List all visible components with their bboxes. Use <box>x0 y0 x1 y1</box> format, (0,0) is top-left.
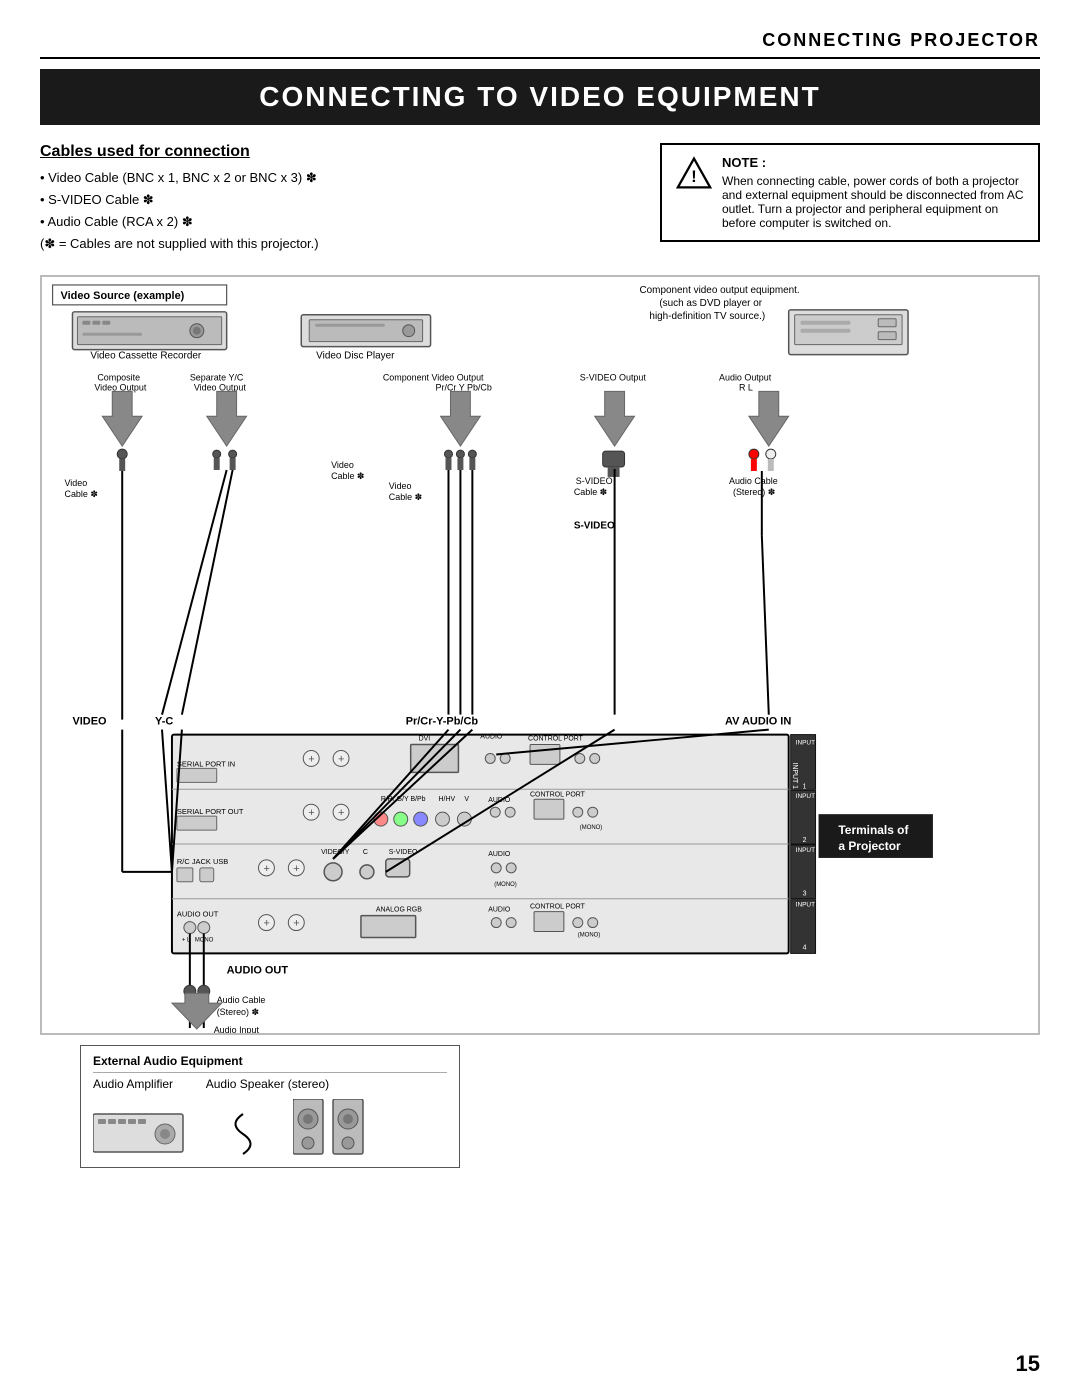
main-diagram: Video Source (example) Component video o… <box>40 275 1040 1035</box>
svg-text:(MONO): (MONO) <box>580 825 603 831</box>
external-audio-title: External Audio Equipment <box>93 1054 447 1073</box>
svg-text:Video: Video <box>389 481 412 491</box>
svg-text:Cable ✽: Cable ✽ <box>389 492 422 502</box>
svg-text:2: 2 <box>803 837 807 844</box>
cable-item-3: • Audio Cable (RCA x 2) ✽ <box>40 211 630 233</box>
svg-text:INPUT: INPUT <box>796 794 815 801</box>
svg-text:Y-C: Y-C <box>155 716 173 728</box>
svg-text:AUDIO: AUDIO <box>488 907 511 914</box>
svg-text:+: + <box>293 863 299 875</box>
svg-text:+: + <box>338 808 344 820</box>
svg-text:S-VIDEO Output: S-VIDEO Output <box>580 373 647 383</box>
svg-text:Composite: Composite <box>97 373 140 383</box>
svg-text:(Stereo) ✽: (Stereo) ✽ <box>733 487 775 497</box>
cable-item-2: • S-VIDEO Cable ✽ <box>40 189 630 211</box>
svg-text:high-definition TV source.): high-definition TV source.) <box>649 311 765 322</box>
svg-text:a Projector: a Projector <box>838 839 901 853</box>
cables-list: • Video Cable (BNC x 1, BNC x 2 or BNC x… <box>40 167 630 255</box>
audio-amplifier-label: Audio Amplifier <box>93 1077 173 1091</box>
external-audio-items: Audio Amplifier Audio Speaker (stereo) <box>93 1077 447 1091</box>
svg-text:S-VIDEO: S-VIDEO <box>574 521 615 532</box>
svg-text:AUDIO OUT: AUDIO OUT <box>177 910 219 919</box>
svg-text:DVI: DVI <box>419 736 431 743</box>
cables-title: Cables used for connection <box>40 143 630 161</box>
svg-text:(MONO): (MONO) <box>578 933 601 939</box>
svg-text:1: 1 <box>803 784 807 791</box>
page: CONNECTING PROJECTOR CONNECTING TO VIDEO… <box>0 0 1080 1397</box>
page-header: CONNECTING PROJECTOR <box>40 30 1040 59</box>
main-title: CONNECTING TO VIDEO EQUIPMENT <box>40 69 1040 125</box>
svg-text:(MONO): (MONO) <box>494 882 517 888</box>
header-title: CONNECTING PROJECTOR <box>762 30 1040 50</box>
svg-text:Component video output equipme: Component video output equipment. <box>639 285 799 296</box>
amplifier-illustration <box>93 1109 193 1159</box>
audio-devices <box>93 1099 447 1159</box>
note-content: NOTE : When connecting cable, power cord… <box>722 155 1024 230</box>
svg-text:INPUT: INPUT <box>796 847 815 854</box>
svg-text:ANALOG RGB: ANALOG RGB <box>376 907 422 914</box>
svg-text:C: C <box>363 849 368 856</box>
svg-text:Cable ✽: Cable ✽ <box>574 487 607 497</box>
svg-text:+: + <box>263 863 269 875</box>
svg-text:H/HV: H/HV <box>439 797 456 804</box>
bottom-section: External Audio Equipment Audio Amplifier… <box>80 1045 1000 1168</box>
svg-text:(such as DVD player or: (such as DVD player or <box>659 298 762 309</box>
svg-text:Audio Cable: Audio Cable <box>217 996 266 1006</box>
audio-speaker-label: Audio Speaker (stereo) <box>206 1077 329 1091</box>
svg-text:S-VIDEO: S-VIDEO <box>576 476 613 486</box>
svg-text:Terminals of: Terminals of <box>838 823 908 837</box>
svg-text:Audio Output: Audio Output <box>719 373 772 383</box>
cable-item-1: • Video Cable (BNC x 1, BNC x 2 or BNC x… <box>40 167 630 189</box>
svg-text:V: V <box>464 797 469 804</box>
svg-text:!: ! <box>691 168 696 186</box>
warning-icon: ! <box>676 155 712 191</box>
svg-text:CONTROL PORT: CONTROL PORT <box>528 736 584 743</box>
svg-text:Separate Y/C: Separate Y/C <box>190 373 244 383</box>
svg-text:3: 3 <box>803 891 807 898</box>
svg-text:CONTROL PORT: CONTROL PORT <box>530 904 586 911</box>
note-label: NOTE : <box>722 155 1024 170</box>
svg-text:Video Disc Player: Video Disc Player <box>316 351 395 362</box>
wire-illustration <box>223 1109 263 1159</box>
svg-text:Video Source (example): Video Source (example) <box>61 290 185 302</box>
speakers-illustration <box>293 1099 373 1159</box>
svg-text:+: + <box>308 754 314 766</box>
svg-text:AV AUDIO IN: AV AUDIO IN <box>725 716 791 728</box>
svg-text:Component Video Output: Component Video Output <box>383 373 484 383</box>
svg-text:R L: R L <box>739 383 753 393</box>
svg-text:4: 4 <box>803 945 807 952</box>
svg-text:Cable ✽: Cable ✽ <box>331 471 364 481</box>
svg-text:Audio Input: Audio Input <box>214 1025 260 1035</box>
svg-text:CONTROL PORT: CONTROL PORT <box>530 792 586 799</box>
svg-text:AUDIO: AUDIO <box>488 851 511 858</box>
svg-text:+: + <box>263 918 269 930</box>
svg-text:INPUT 1: INPUT 1 <box>791 763 798 790</box>
svg-text:+: + <box>338 754 344 766</box>
svg-text:Video: Video <box>331 460 354 470</box>
note-box: ! NOTE : When connecting cable, power co… <box>660 143 1040 242</box>
svg-text:AUDIO OUT: AUDIO OUT <box>227 965 289 977</box>
external-audio-box: External Audio Equipment Audio Amplifier… <box>80 1045 460 1168</box>
cable-item-4: (✽ = Cables are not supplied with this p… <box>40 233 630 255</box>
svg-text:VIDEO: VIDEO <box>72 716 107 728</box>
svg-text:+: + <box>308 808 314 820</box>
svg-text:SERIAL PORT OUT: SERIAL PORT OUT <box>177 808 244 817</box>
svg-text:Video Cassette Recorder: Video Cassette Recorder <box>90 351 202 362</box>
svg-text:Pr/Cr-Y-Pb/Cb: Pr/Cr-Y-Pb/Cb <box>406 716 479 728</box>
svg-text:Audio Cable: Audio Cable <box>729 476 778 486</box>
svg-text:Cable ✽: Cable ✽ <box>65 489 98 499</box>
page-number: 15 <box>1016 1351 1040 1377</box>
svg-text:INPUT: INPUT <box>796 740 815 747</box>
svg-text:AUDIO: AUDIO <box>480 734 503 741</box>
diagram-wrapper: Video Source (example) Component video o… <box>40 275 1040 1035</box>
svg-text:Video: Video <box>65 478 88 488</box>
cables-section: Cables used for connection • Video Cable… <box>40 143 630 255</box>
top-section: Cables used for connection • Video Cable… <box>40 143 1040 255</box>
svg-text:(Stereo) ✽: (Stereo) ✽ <box>217 1007 259 1017</box>
svg-text:R/C JACK USB: R/C JACK USB <box>177 857 228 866</box>
note-text: When connecting cable, power cords of bo… <box>722 174 1024 230</box>
svg-text:INPUT: INPUT <box>796 902 815 909</box>
svg-text:SERIAL PORT IN: SERIAL PORT IN <box>177 760 235 769</box>
svg-text:+: + <box>293 918 299 930</box>
